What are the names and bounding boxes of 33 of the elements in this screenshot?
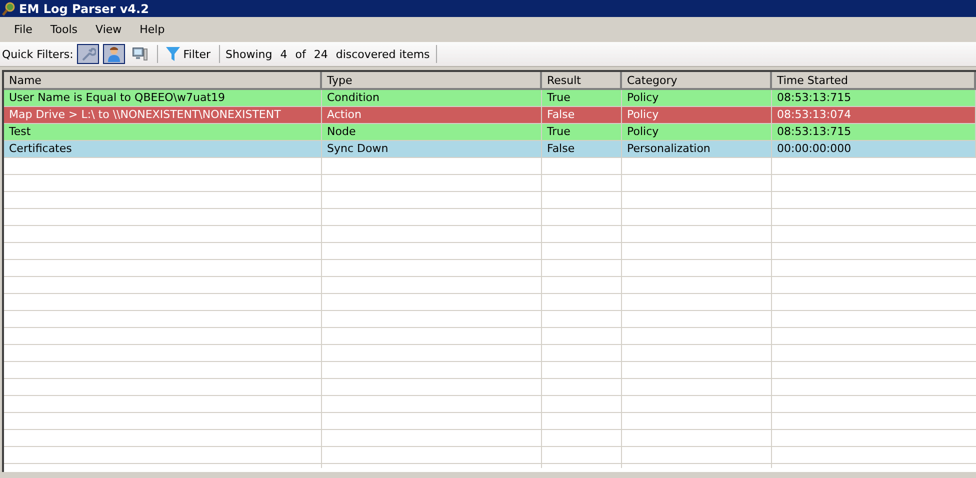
status-text: discovered items — [336, 48, 430, 60]
menu-item[interactable]: Help — [132, 21, 173, 38]
menu-item[interactable]: View — [88, 21, 130, 38]
table-cell: 00:00:00:000 — [772, 141, 976, 158]
table-cell: Certificates — [4, 141, 322, 158]
funnel-icon — [166, 46, 180, 62]
table-row[interactable]: Certificates Sync Down False Personalization 00:00:00:000 — [4, 141, 976, 158]
wrench-icon — [80, 46, 96, 62]
table-row[interactable]: Map Drive > L:\ to \\NONEXISTENT\NONEXISTENT Action False Policy 08:53:13:074 — [4, 107, 976, 124]
menu-item[interactable]: Tools — [42, 21, 86, 38]
quick-filters-label: Quick Filters: — [2, 48, 74, 60]
column-header[interactable]: Category — [622, 72, 772, 90]
status-text: Showing — [226, 48, 272, 60]
magnifier-icon — [2, 2, 16, 16]
filter-button[interactable]: Filter — [164, 46, 213, 62]
column-header[interactable]: Name — [4, 72, 322, 90]
status-text: 4 — [280, 48, 288, 60]
quick-filter-button[interactable] — [77, 44, 100, 64]
menu-item[interactable]: File — [6, 21, 40, 38]
column-header[interactable]: Result — [542, 72, 622, 90]
window-title: EM Log Parser v4.2 — [19, 2, 149, 16]
computer-icon — [132, 46, 148, 62]
person-icon — [106, 46, 122, 62]
table-cell: Personalization — [622, 141, 772, 158]
status-text: 24 — [314, 48, 328, 60]
table-cell: Sync Down — [322, 141, 542, 158]
table-row[interactable]: Test Node True Policy 08:53:13:715 — [4, 124, 976, 141]
status-text: of — [295, 48, 306, 60]
table-row[interactable]: User Name is Equal to QBEEO\w7uat19 Condition True Policy 08:53:13:715 — [4, 90, 976, 107]
quick-filter-button[interactable] — [103, 44, 126, 64]
column-header[interactable]: Time Started — [772, 72, 976, 90]
table-cell: False — [542, 141, 622, 158]
column-header[interactable]: Type — [322, 72, 542, 90]
